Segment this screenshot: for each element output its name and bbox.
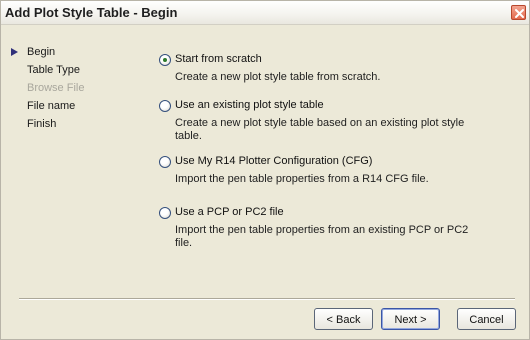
option-description: Create a new plot style table from scrat… [175,71,475,84]
back-button[interactable]: < Back [314,308,373,330]
radio-icon[interactable] [159,100,171,112]
radio-existing-table[interactable]: Use an existing plot style table [159,99,499,115]
description-line: Create a new plot style table based on a… [175,117,465,129]
radio-icon[interactable] [159,156,171,168]
wizard-steps: Begin Table Type Browse File File name F… [11,46,131,136]
dialog-window: Add Plot Style Table - Begin Begin Table… [0,0,530,340]
option-pcp-pc2: Use a PCP or PC2 file Import the pen tab… [159,206,499,250]
close-button[interactable] [511,5,526,20]
option-r14-cfg: Use My R14 Plotter Configuration (CFG) I… [159,155,499,186]
description-line: Create a new plot style table from scrat… [175,71,381,83]
description-line: file. [175,237,193,249]
description-line: table. [175,130,202,142]
description-line: Import the pen table properties from a R… [175,173,429,185]
option-description: Import the pen table properties from an … [175,224,475,250]
step-label: Begin [27,46,56,58]
step-table-type: Table Type [11,64,131,82]
step-label: File name [27,100,76,112]
next-button[interactable]: Next > [381,308,440,330]
radio-start-from-scratch[interactable]: Start from scratch [159,53,499,69]
radio-selected-dot [163,58,167,62]
radio-label[interactable]: Use an existing plot style table [175,99,324,111]
dialog-title: Add Plot Style Table - Begin [5,5,178,20]
radio-icon[interactable] [159,207,171,219]
radio-label[interactable]: Use My R14 Plotter Configuration (CFG) [175,155,372,167]
step-label: Browse File [27,82,85,94]
title-bar[interactable]: Add Plot Style Table - Begin [1,1,529,25]
option-description: Create a new plot style table based on a… [175,117,475,143]
description-line: Import the pen table properties from an … [175,224,469,236]
step-finish: Finish [11,118,131,136]
footer-separator [19,298,515,300]
close-icon [515,9,524,18]
step-label: Finish [27,118,57,130]
cancel-button[interactable]: Cancel [457,308,516,330]
radio-r14-cfg[interactable]: Use My R14 Plotter Configuration (CFG) [159,155,499,171]
current-step-arrow-icon [11,48,18,56]
option-existing-table: Use an existing plot style table Create … [159,99,499,143]
step-begin: Begin [11,46,131,64]
radio-icon[interactable] [159,54,171,66]
radio-pcp-pc2[interactable]: Use a PCP or PC2 file [159,206,499,222]
radio-label[interactable]: Use a PCP or PC2 file [175,206,284,218]
step-file-name: File name [11,100,131,118]
option-description: Import the pen table properties from a R… [175,173,475,186]
step-browse-file: Browse File [11,82,131,100]
option-start-from-scratch: Start from scratch Create a new plot sty… [159,53,499,84]
radio-label[interactable]: Start from scratch [175,53,262,65]
step-label: Table Type [27,64,81,76]
